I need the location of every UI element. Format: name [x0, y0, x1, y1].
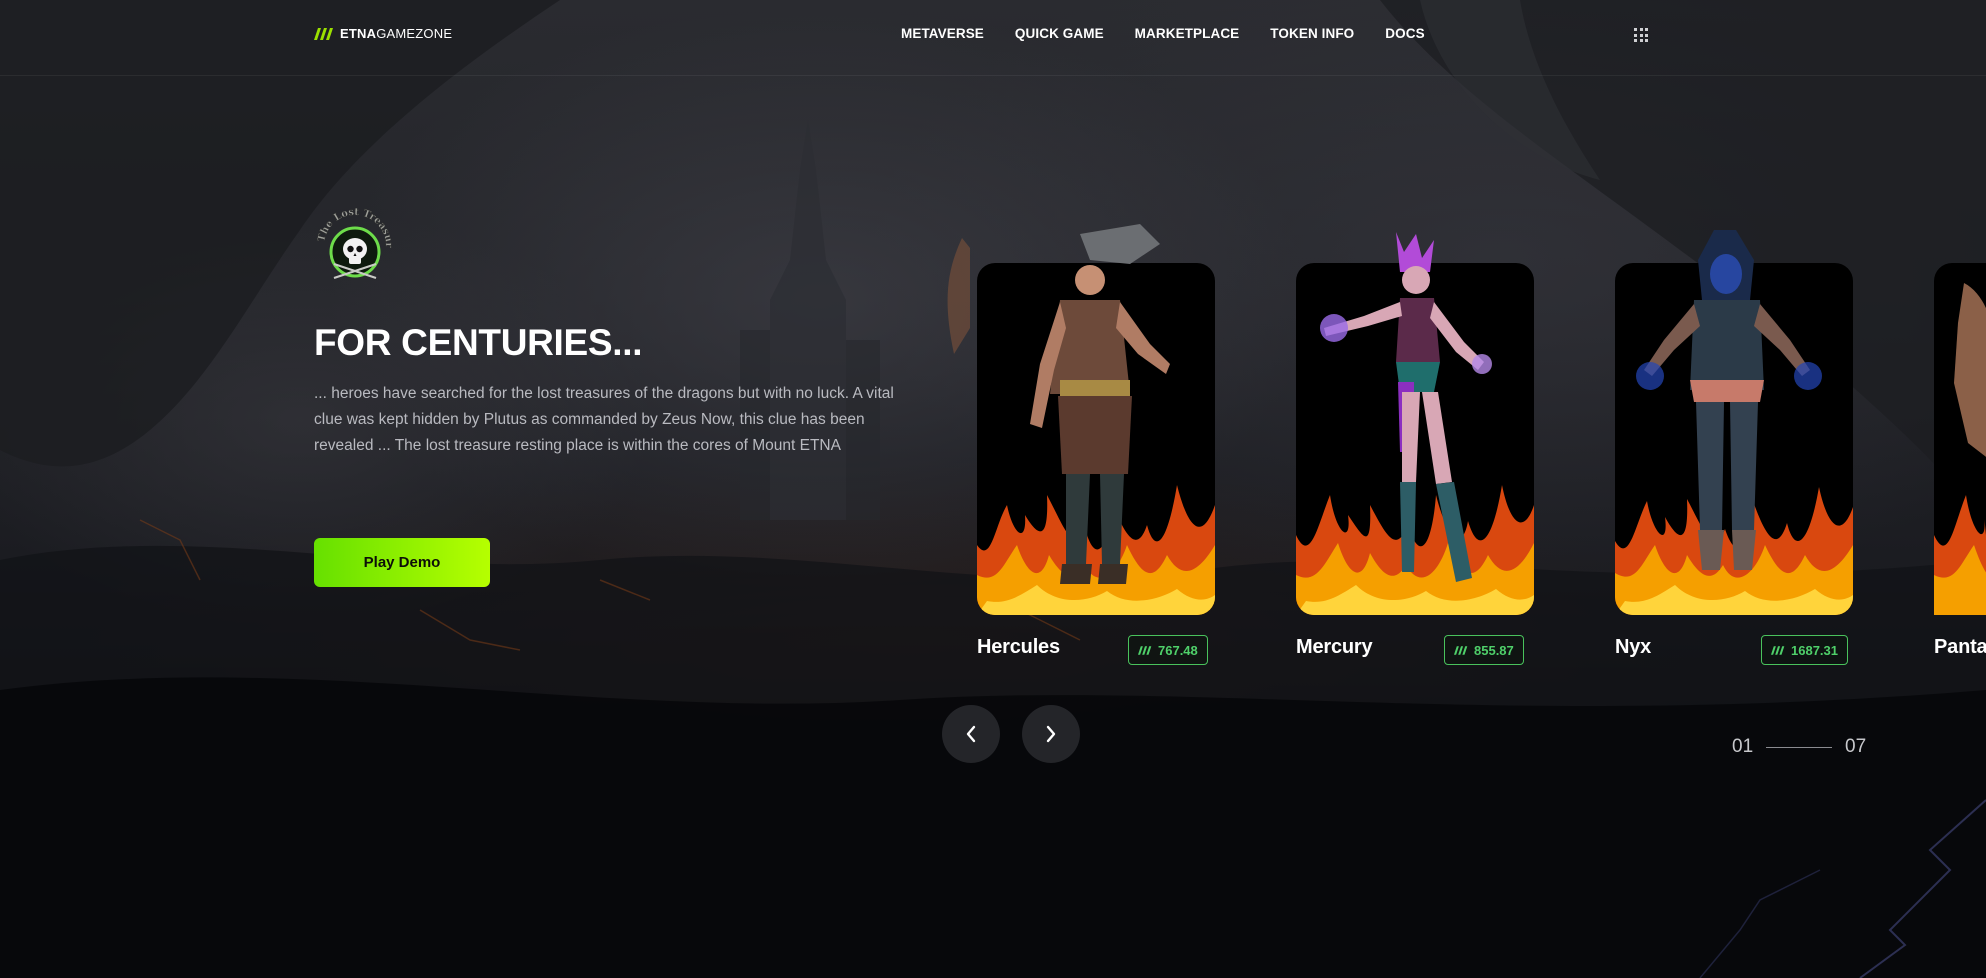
- card-name: Hercules: [977, 636, 1060, 658]
- hero-description: ... heroes have searched for the lost tr…: [314, 385, 894, 454]
- card-price: 1687.31: [1761, 635, 1848, 665]
- top-navbar: ETNAGAMEZONE METAVERSE QUICK GAME MARKET…: [0, 0, 1986, 76]
- nav-token-info[interactable]: TOKEN INFO: [1270, 26, 1354, 41]
- etna-token-icon: [1771, 645, 1785, 655]
- panta-figure: [1954, 283, 1986, 457]
- nyx-figure: [1636, 230, 1822, 570]
- hero-title: FOR CENTURIES...: [314, 322, 643, 363]
- card-price: 767.48: [1128, 635, 1208, 665]
- hero-card-panta[interactable]: [1934, 263, 1986, 615]
- etna-token-icon: [1454, 645, 1468, 655]
- card-name: Mercury: [1296, 636, 1373, 658]
- nav-metaverse[interactable]: METAVERSE: [901, 26, 984, 41]
- carousel-prev-button[interactable]: [942, 705, 1000, 763]
- etna-logo-icon: [314, 27, 333, 40]
- pager-divider: [1766, 747, 1832, 748]
- etna-token-icon: [1138, 645, 1152, 655]
- brand-name: ETNAGAMEZONE: [340, 26, 453, 41]
- chevron-right-icon: [1046, 725, 1056, 743]
- previous-card-partial: [942, 238, 970, 354]
- mercury-figure: [1320, 232, 1492, 582]
- hercules-figure: [1030, 224, 1170, 584]
- pager-total: 07: [1845, 736, 1867, 757]
- play-demo-button[interactable]: Play Demo: [314, 538, 490, 587]
- nav-marketplace[interactable]: MARKETPLACE: [1135, 26, 1240, 41]
- card-name: Nyx: [1615, 636, 1652, 658]
- card-name: Panta: [1934, 636, 1986, 658]
- site-logo[interactable]: ETNAGAMEZONE: [314, 26, 452, 41]
- main-nav: METAVERSE QUICK GAME MARKETPLACE TOKEN I…: [901, 26, 1425, 41]
- grid-icon[interactable]: [1634, 28, 1648, 42]
- carousel-next-button[interactable]: [1022, 705, 1080, 763]
- card-price: 855.87: [1444, 635, 1524, 665]
- lost-treasure-badge: The Lost Treasure: [309, 198, 398, 292]
- pager-current: 01: [1732, 736, 1754, 757]
- nav-quick-game[interactable]: QUICK GAME: [1015, 26, 1104, 41]
- chevron-left-icon: [966, 725, 976, 743]
- nav-docs[interactable]: DOCS: [1385, 26, 1424, 41]
